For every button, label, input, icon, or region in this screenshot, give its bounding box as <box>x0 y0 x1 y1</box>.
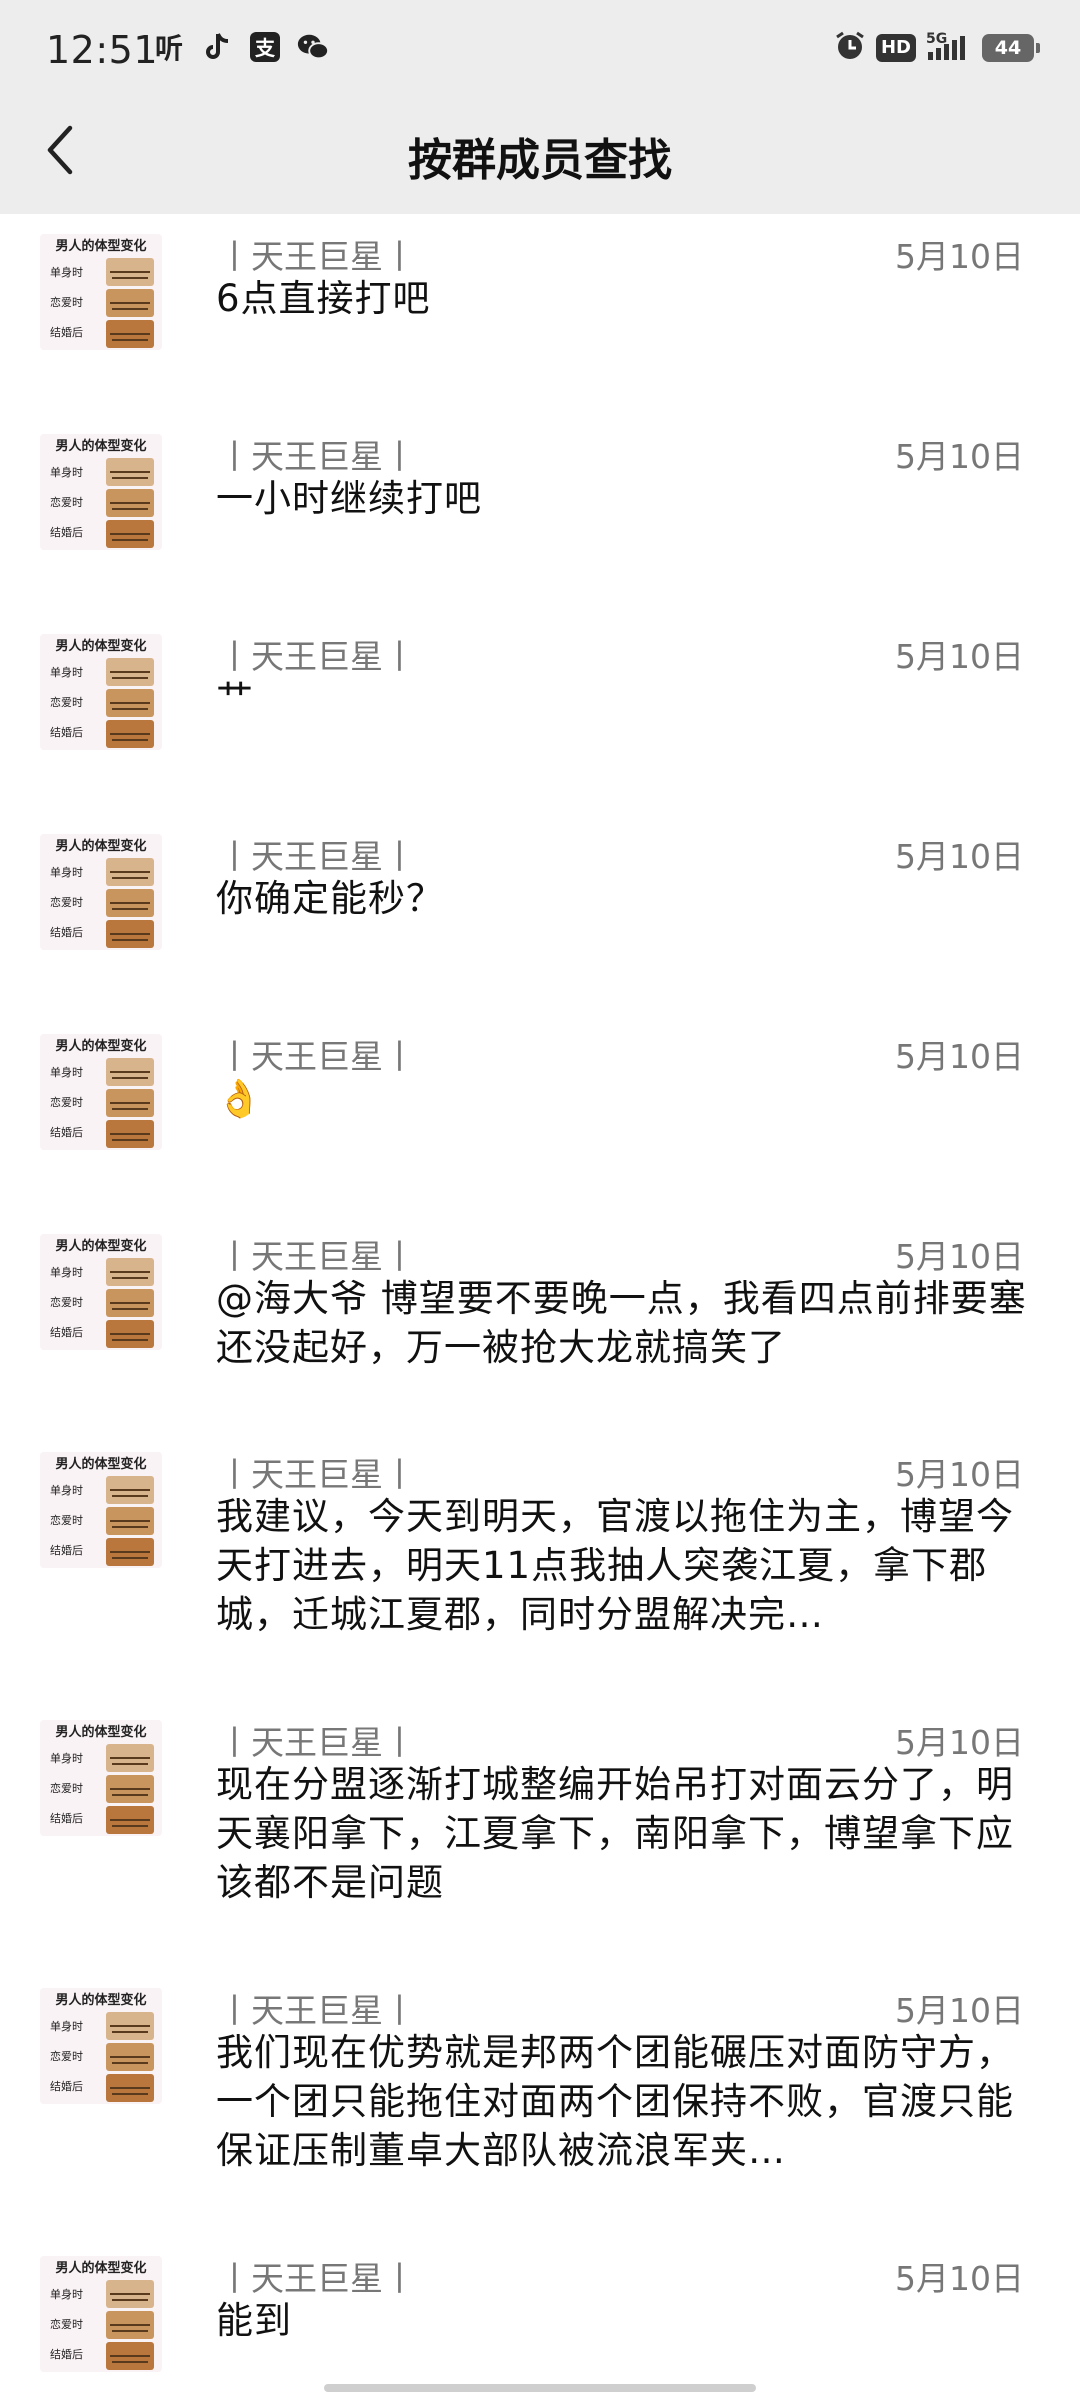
svg-text:单身时: 单身时 <box>50 265 83 279</box>
svg-text:结婚后: 结婚后 <box>50 325 83 339</box>
svg-text:结婚后: 结婚后 <box>50 2347 83 2361</box>
message-text: 能到 <box>216 2299 292 2342</box>
message-date: 5月10日 <box>895 1723 1024 1762</box>
notification-icons: 听 支 <box>152 30 330 65</box>
svg-text:恋爱时: 恋爱时 <box>50 895 83 909</box>
svg-text:男人的体型变化: 男人的体型变化 <box>55 1456 146 1472</box>
wechat-icon <box>296 30 330 64</box>
message-date: 5月10日 <box>895 1455 1024 1494</box>
svg-text:单身时: 单身时 <box>50 2287 83 2301</box>
signal-icon: 5G <box>926 30 972 66</box>
svg-text:男人的体型变化: 男人的体型变化 <box>55 438 146 454</box>
status-time: 12:51 <box>46 28 159 72</box>
battery-indicator: 44 <box>982 34 1040 62</box>
svg-text:单身时: 单身时 <box>50 665 83 679</box>
message-text: 我们现在优势就是邦两个团能碾压对面防守方，一个团只能拖住对面两个团保持不败，官渡… <box>216 2031 1014 2172</box>
tiktok-icon <box>200 30 234 64</box>
svg-text:男人的体型变化: 男人的体型变化 <box>55 638 146 654</box>
svg-text:单身时: 单身时 <box>50 465 83 479</box>
nav-bar: 按群成员查找 <box>0 100 1080 214</box>
svg-text:单身时: 单身时 <box>50 865 83 879</box>
message-date: 5月10日 <box>895 237 1024 276</box>
alipay-icon: 支 <box>248 30 282 64</box>
avatar[interactable]: 男人的体型变化 单身时 恋爱时 结婚后 <box>40 234 162 350</box>
svg-text:恋爱时: 恋爱时 <box>50 1513 83 1527</box>
message-date: 5月10日 <box>895 837 1024 876</box>
message-text: 艹 <box>216 677 254 720</box>
sender-name: 丨天王巨星丨 <box>218 2259 416 2298</box>
home-indicator[interactable] <box>324 2384 756 2392</box>
svg-text:男人的体型变化: 男人的体型变化 <box>55 238 146 254</box>
svg-text:恋爱时: 恋爱时 <box>50 1095 83 1109</box>
svg-text:恋爱时: 恋爱时 <box>50 295 83 309</box>
svg-text:结婚后: 结婚后 <box>50 1543 83 1557</box>
svg-text:结婚后: 结婚后 <box>50 2079 83 2093</box>
sender-name: 丨天王巨星丨 <box>218 1237 416 1276</box>
message-text: 👌 <box>216 1077 264 1120</box>
svg-text:单身时: 单身时 <box>50 1065 83 1079</box>
system-status-icons: HD 5G 44 <box>834 30 1040 66</box>
svg-text:男人的体型变化: 男人的体型变化 <box>55 1038 146 1054</box>
sender-name: 丨天王巨星丨 <box>218 437 416 476</box>
svg-text:恋爱时: 恋爱时 <box>50 2317 83 2331</box>
message-date: 5月10日 <box>895 1991 1024 2030</box>
svg-text:结婚后: 结婚后 <box>50 1811 83 1825</box>
svg-text:单身时: 单身时 <box>50 1265 83 1279</box>
svg-text:结婚后: 结婚后 <box>50 525 83 539</box>
svg-text:恋爱时: 恋爱时 <box>50 2049 83 2063</box>
message-date: 5月10日 <box>895 2259 1024 2298</box>
sender-name: 丨天王巨星丨 <box>218 837 416 876</box>
message-text: 你确定能秒？ <box>216 877 444 920</box>
svg-text:单身时: 单身时 <box>50 1751 83 1765</box>
avatar[interactable]: 男人的体型变化 单身时 恋爱时 结婚后 <box>40 1452 162 1568</box>
avatar[interactable]: 男人的体型变化 单身时 恋爱时 结婚后 <box>40 1988 162 2104</box>
message-text: 我建议，今天到明天，官渡以拖住为主，博望今天打进去，明天11点我抽人突袭江夏，拿… <box>216 1495 1014 1636</box>
sender-name: 丨天王巨星丨 <box>218 637 416 676</box>
svg-text:结婚后: 结婚后 <box>50 725 83 739</box>
status-bar: 12:51 听 支 HD 5G 44 <box>0 0 1080 100</box>
message-text: 6点直接打吧 <box>216 277 431 320</box>
avatar[interactable]: 男人的体型变化 单身时 恋爱时 结婚后 <box>40 634 162 750</box>
avatar[interactable]: 男人的体型变化 单身时 恋爱时 结婚后 <box>40 1720 162 1836</box>
top-area: 12:51 听 支 HD 5G 44 按群成员查找 <box>0 0 1080 214</box>
svg-text:结婚后: 结婚后 <box>50 925 83 939</box>
hd-badge: HD <box>875 34 916 62</box>
svg-text:男人的体型变化: 男人的体型变化 <box>55 1992 146 2008</box>
sender-name: 丨天王巨星丨 <box>218 237 416 276</box>
alarm-icon <box>834 30 866 66</box>
svg-text:结婚后: 结婚后 <box>50 1325 83 1339</box>
svg-text:恋爱时: 恋爱时 <box>50 495 83 509</box>
svg-text:男人的体型变化: 男人的体型变化 <box>55 1238 146 1254</box>
avatar[interactable]: 男人的体型变化 单身时 恋爱时 结婚后 <box>40 434 162 550</box>
svg-text:恋爱时: 恋爱时 <box>50 1781 83 1795</box>
svg-text:单身时: 单身时 <box>50 1483 83 1497</box>
svg-text:男人的体型变化: 男人的体型变化 <box>55 838 146 854</box>
page-title: 按群成员查找 <box>408 135 672 186</box>
avatar[interactable]: 男人的体型变化 单身时 恋爱时 结婚后 <box>40 1034 162 1150</box>
svg-text:单身时: 单身时 <box>50 2019 83 2033</box>
svg-text:支: 支 <box>255 36 276 60</box>
svg-text:结婚后: 结婚后 <box>50 1125 83 1139</box>
message-date: 5月10日 <box>895 437 1024 476</box>
avatar[interactable]: 男人的体型变化 单身时 恋爱时 结婚后 <box>40 834 162 950</box>
message-text: 一小时继续打吧 <box>216 477 482 520</box>
svg-text:恋爱时: 恋爱时 <box>50 695 83 709</box>
message-text: @海大爷 博望要不要晚一点，我看四点前排要塞还没起好，万一被抢大龙就搞笑了 <box>216 1277 1027 1369</box>
sender-name: 丨天王巨星丨 <box>218 1723 416 1762</box>
message-text: 现在分盟逐渐打城整编开始吊打对面云分了，明天襄阳拿下，江夏拿下，南阳拿下，博望拿… <box>216 1763 1014 1904</box>
svg-text:恋爱时: 恋爱时 <box>50 1295 83 1309</box>
message-date: 5月10日 <box>895 1237 1024 1276</box>
svg-text:男人的体型变化: 男人的体型变化 <box>55 1724 146 1740</box>
sender-name: 丨天王巨星丨 <box>218 1037 416 1076</box>
message-date: 5月10日 <box>895 1037 1024 1076</box>
listen-app-icon: 听 <box>154 32 183 65</box>
message-date: 5月10日 <box>895 637 1024 676</box>
sender-name: 丨天王巨星丨 <box>218 1991 416 2030</box>
avatar[interactable]: 男人的体型变化 单身时 恋爱时 结婚后 <box>40 1234 162 1350</box>
avatar[interactable]: 男人的体型变化 单身时 恋爱时 结婚后 <box>40 2256 162 2372</box>
svg-text:男人的体型变化: 男人的体型变化 <box>55 2260 146 2276</box>
sender-name: 丨天王巨星丨 <box>218 1455 416 1494</box>
